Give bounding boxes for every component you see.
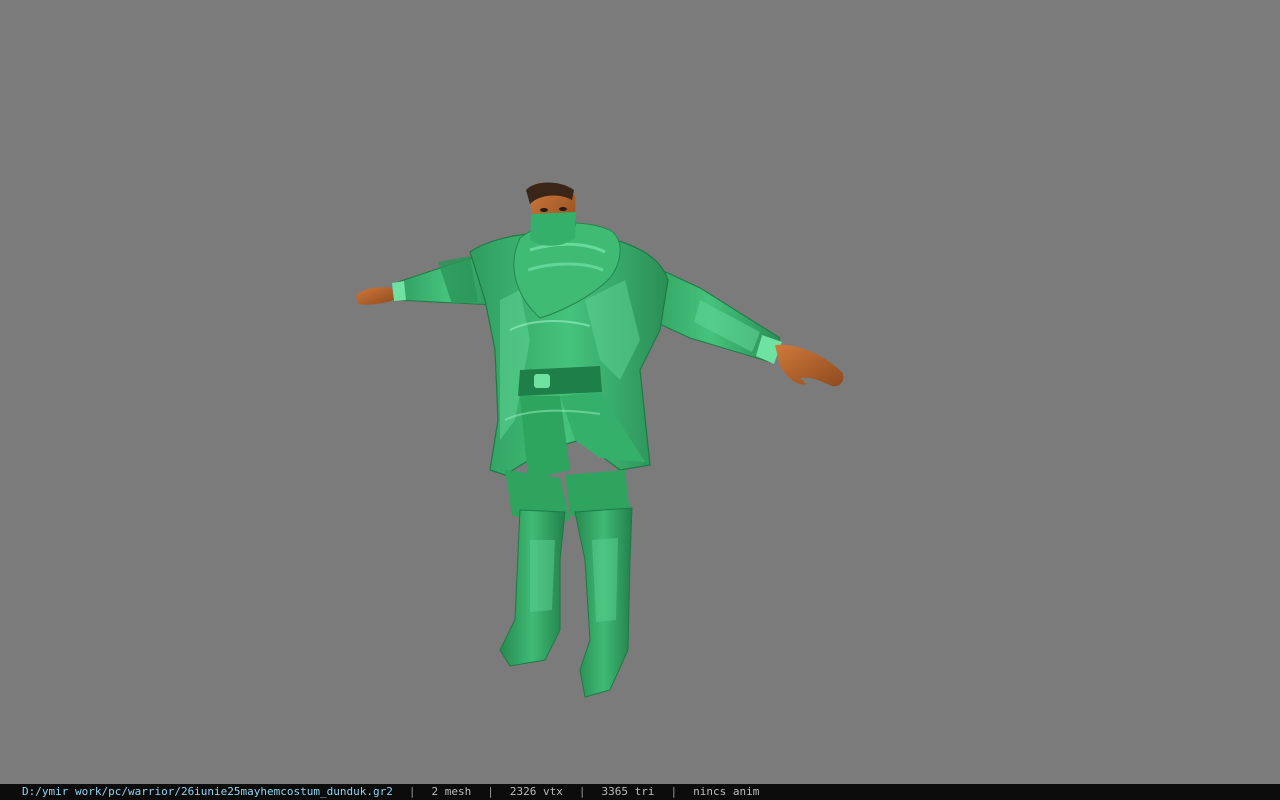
3d-viewport[interactable] [0, 0, 1280, 784]
character-head [526, 182, 576, 246]
animation-status-label: nincs anim [693, 785, 760, 798]
mesh-count-label: 2 mesh [431, 785, 472, 798]
legs-boots [499, 470, 633, 698]
status-separator: | [670, 785, 678, 798]
triangle-count-label: 3365 tri [601, 785, 655, 798]
status-separator: | [408, 785, 416, 798]
vertex-count-label: 2326 vtx [509, 785, 563, 798]
warrior-costume-model [356, 182, 844, 698]
right-arm [639, 259, 844, 387]
file-path-label: D:/ymir work/pc/warrior/26iunie25mayhemc… [22, 785, 393, 798]
status-bar: D:/ymir work/pc/warrior/26iunie25mayhemc… [0, 784, 1280, 800]
status-separator: | [487, 785, 494, 798]
status-separator: | [578, 785, 586, 798]
